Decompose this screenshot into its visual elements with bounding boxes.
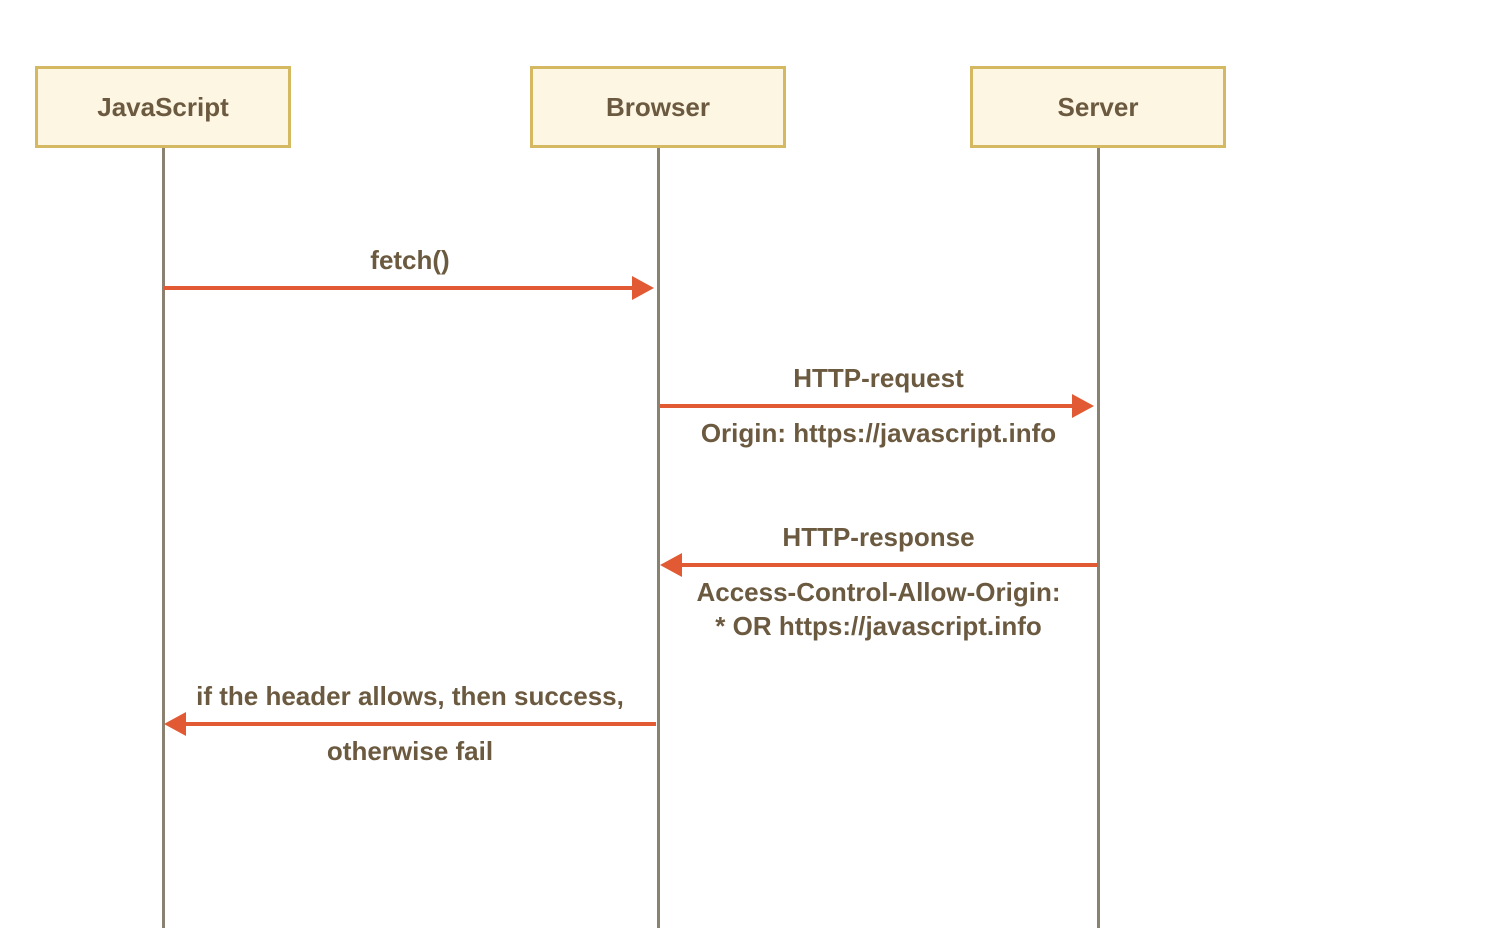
participant-server: Server xyxy=(970,66,1226,148)
message-http-request-label-bottom: Origin: https://javascript.info xyxy=(660,418,1097,449)
message-http-response-label-bottom-1: Access-Control-Allow-Origin: xyxy=(660,577,1097,608)
arrow-result-head xyxy=(164,712,186,736)
participant-javascript-label: JavaScript xyxy=(97,92,229,123)
arrow-result xyxy=(184,722,656,726)
message-http-request-label-top: HTTP-request xyxy=(660,363,1097,394)
sequence-diagram: JavaScript Browser Server fetch() HTTP-r… xyxy=(0,0,1504,950)
arrow-http-response xyxy=(680,563,1098,567)
participant-javascript: JavaScript xyxy=(35,66,291,148)
arrow-http-request-head xyxy=(1072,394,1094,418)
participant-browser: Browser xyxy=(530,66,786,148)
participant-browser-label: Browser xyxy=(606,92,710,123)
arrow-fetch-head xyxy=(632,276,654,300)
message-http-response-label-bottom-2: * OR https://javascript.info xyxy=(660,611,1097,642)
message-result-label-top: if the header allows, then success, xyxy=(164,681,656,712)
lifeline-server xyxy=(1097,148,1100,928)
participant-server-label: Server xyxy=(1058,92,1139,123)
message-http-response-label-top: HTTP-response xyxy=(660,522,1097,553)
arrow-fetch xyxy=(164,286,638,290)
message-fetch-label: fetch() xyxy=(164,245,656,276)
arrow-http-response-head xyxy=(660,553,682,577)
arrow-http-request xyxy=(660,404,1078,408)
message-result-label-bottom: otherwise fail xyxy=(164,736,656,767)
